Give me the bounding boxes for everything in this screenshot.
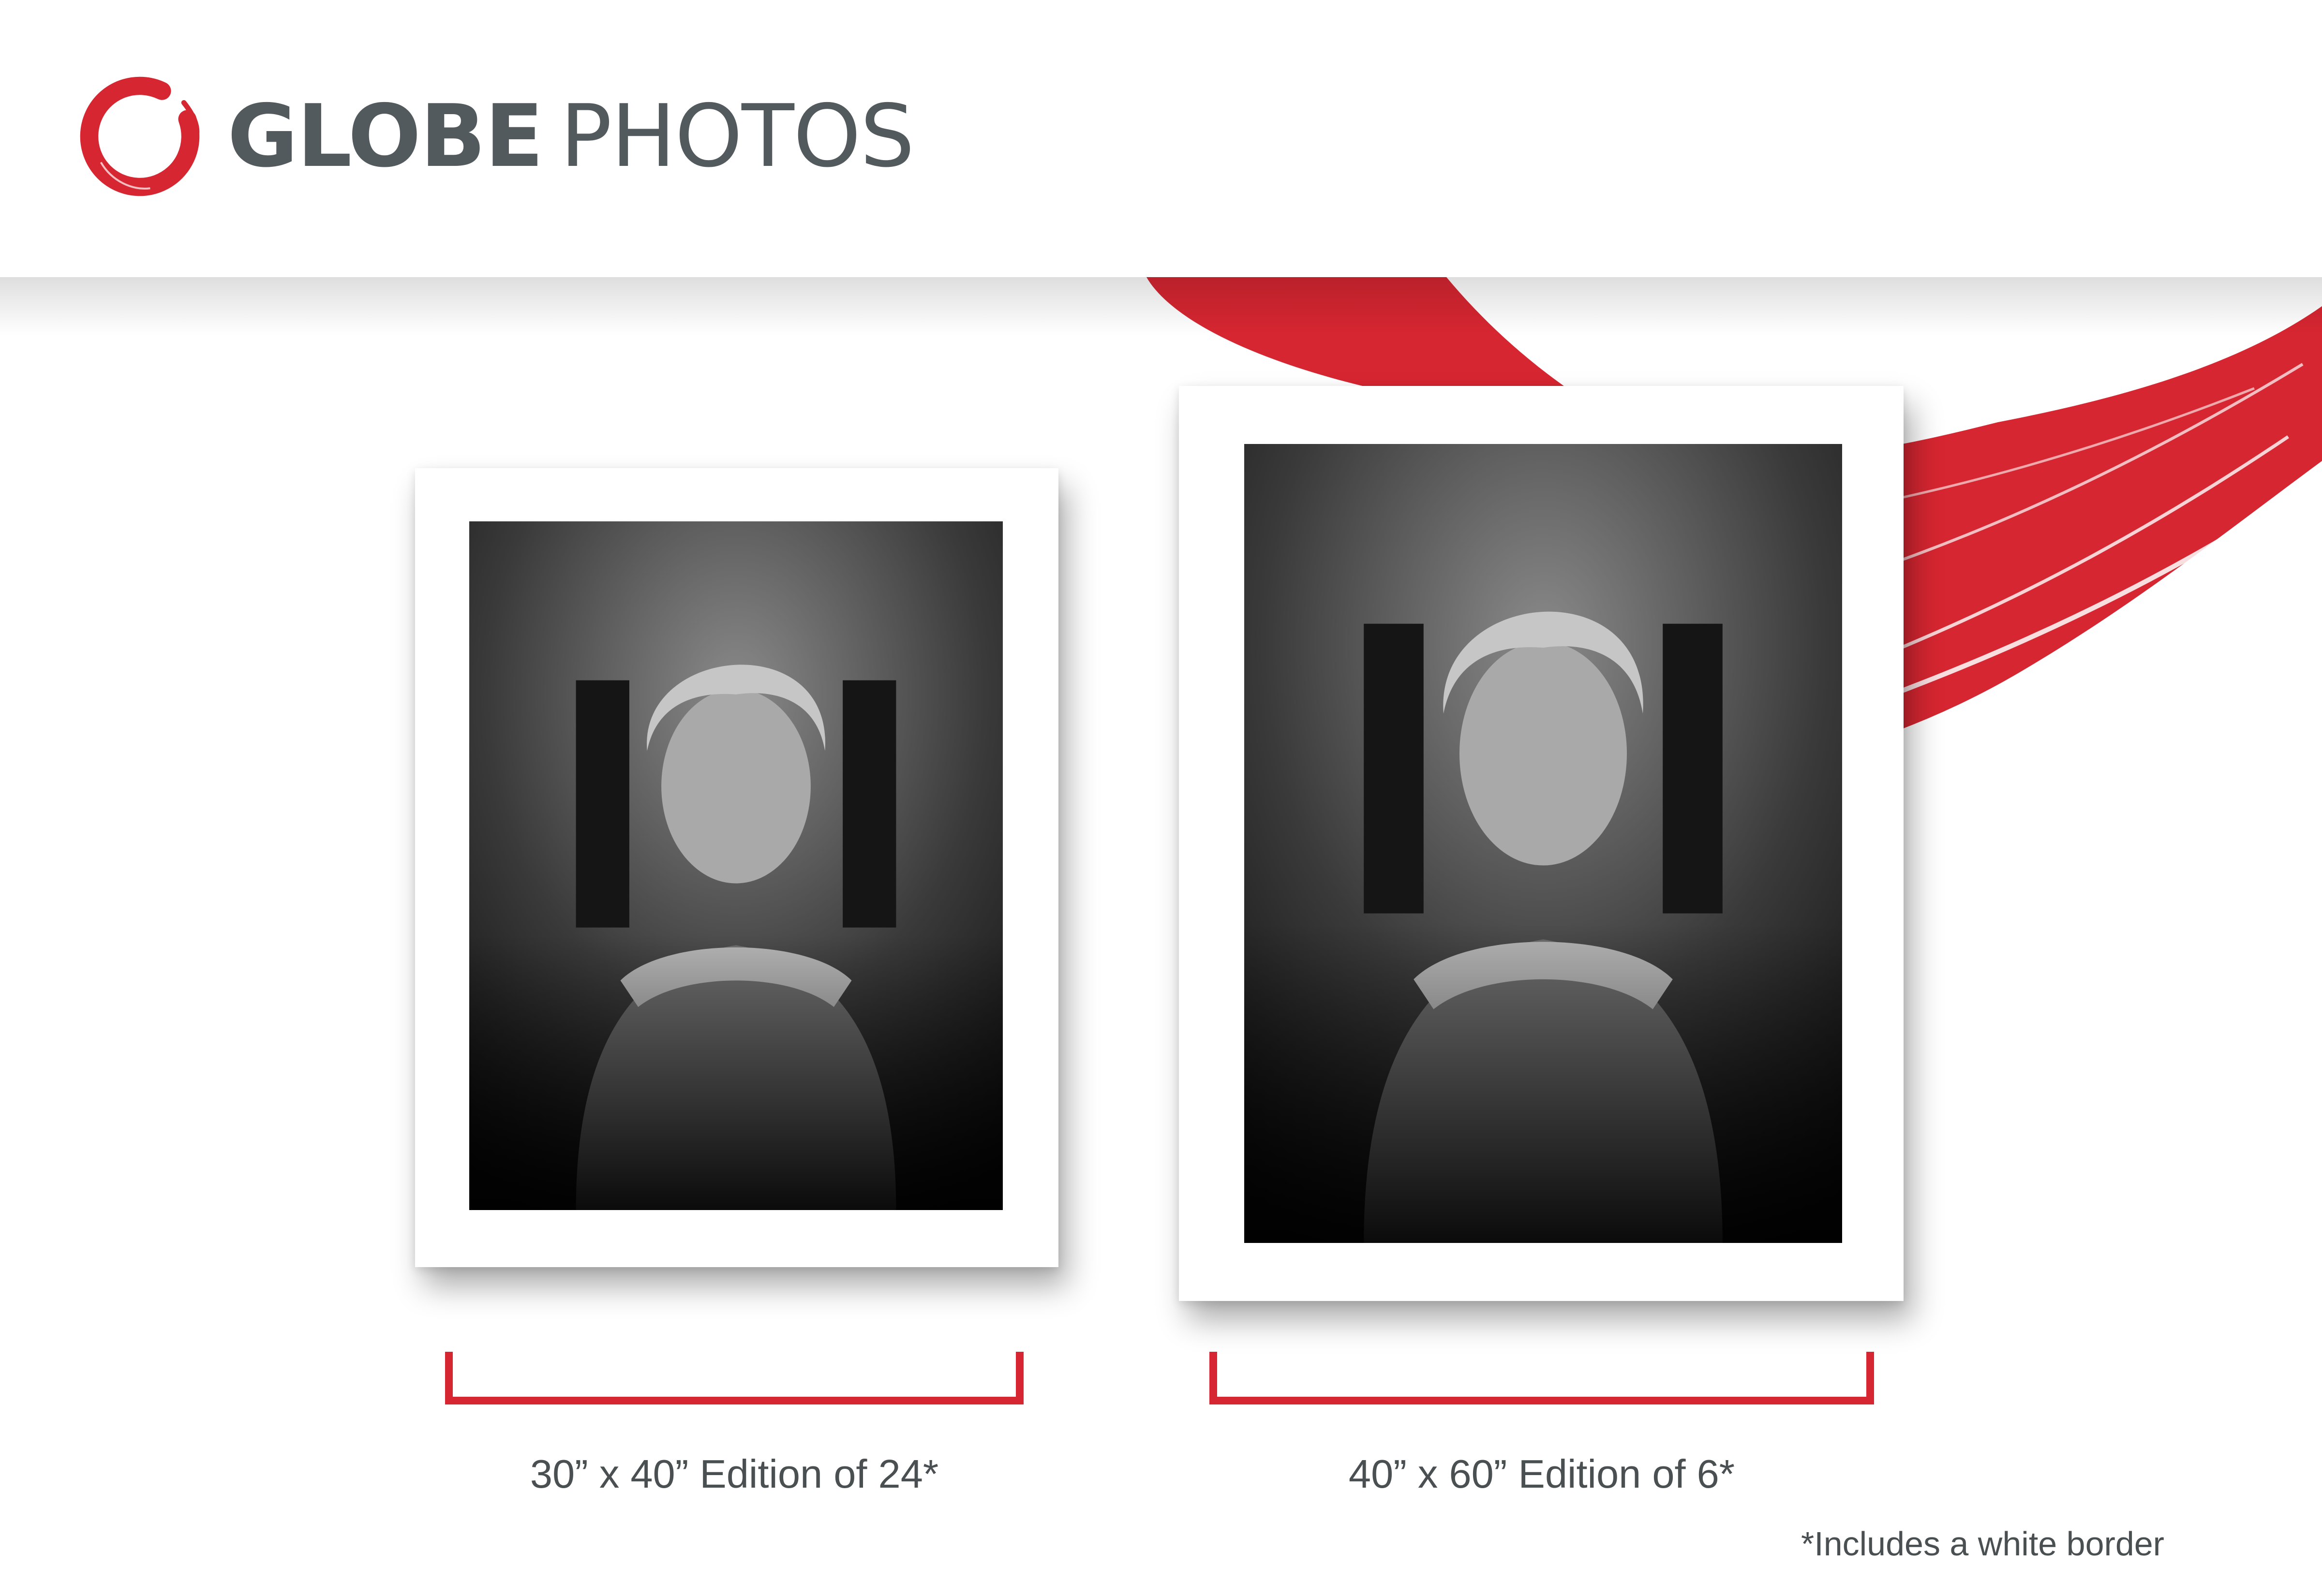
globe-logo-icon	[80, 76, 200, 196]
header: GLOBE PHOTOS	[0, 0, 2322, 277]
portrait-photo	[469, 521, 1003, 1210]
print-30x40	[415, 468, 1058, 1267]
brand-name-light: PHOTOS	[560, 86, 915, 186]
footnote: *Includes a white border	[1801, 1525, 2164, 1563]
brand-wordmark: GLOBE PHOTOS	[227, 83, 915, 190]
edition-caption: 40” x 60” Edition of 6*	[1348, 1451, 1735, 1496]
header-shadow	[0, 277, 2322, 335]
size-bracket	[445, 1352, 1024, 1404]
portrait-photo	[1244, 444, 1842, 1243]
size-bracket	[1209, 1352, 1874, 1404]
edition-caption: 30” x 40” Edition of 24*	[530, 1451, 939, 1496]
brand-name-strong: GLOBE	[227, 86, 544, 186]
print-40x60	[1179, 386, 1904, 1301]
